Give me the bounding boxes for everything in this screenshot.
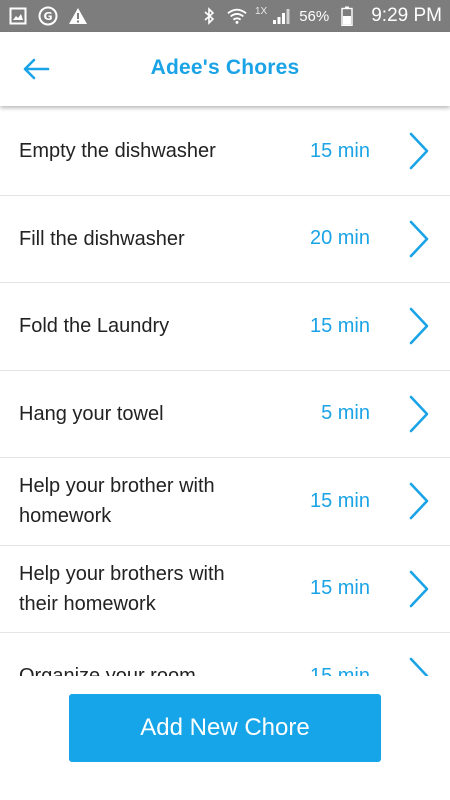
chore-name: Organize your room: [19, 661, 269, 676]
system-icons: 1X 56% 9:29 PM: [199, 5, 442, 27]
chevron-right-icon: [406, 306, 432, 346]
chore-row-help-brothers[interactable]: Help your brothers with their homework 1…: [0, 546, 450, 633]
chevron-right-icon: [406, 131, 432, 171]
chore-time: 15 min: [309, 139, 370, 162]
g-app-icon: G: [38, 6, 58, 26]
chore-time: 20 min: [309, 227, 370, 250]
notification-icons: G: [8, 6, 88, 26]
network-type-label: 1X: [254, 5, 268, 17]
gallery-icon: [8, 6, 28, 26]
chore-row-help-brother[interactable]: Help your brother with homework 15 min: [0, 458, 450, 546]
chore-name: Empty the dishwasher: [19, 140, 216, 163]
chevron-right-icon: [406, 219, 432, 259]
chore-time: 15 min: [309, 314, 370, 337]
signal-icon: [271, 6, 291, 26]
svg-text:G: G: [43, 10, 52, 23]
warning-icon: [68, 6, 88, 26]
battery-icon: [337, 6, 357, 26]
chore-name: Hang your towel: [19, 402, 164, 425]
chore-time: 15 min: [309, 664, 370, 676]
clock: 9:29 PM: [371, 5, 442, 26]
chore-time: 15 min: [309, 577, 370, 600]
chevron-right-icon: [406, 569, 432, 609]
chore-row-fill-dishwasher[interactable]: Fill the dishwasher 20 min: [0, 196, 450, 283]
chore-name: Fill the dishwasher: [19, 227, 185, 250]
chore-name: Fold the Laundry: [19, 315, 170, 338]
wifi-icon: [227, 6, 247, 26]
add-new-chore-button[interactable]: Add New Chore: [69, 694, 381, 762]
chore-row-organize-room[interactable]: Organize your room 15 min: [0, 633, 450, 676]
app-header: Adee's Chores: [0, 32, 450, 106]
battery-percent: 56%: [299, 7, 330, 25]
chore-name: Help your brother with homework: [19, 475, 215, 528]
chore-time: 15 min: [309, 489, 370, 512]
page-title: Adee's Chores: [150, 56, 300, 79]
chevron-right-icon: [406, 394, 432, 434]
chore-list[interactable]: Empty the dishwasher 15 min Fill the dis…: [0, 108, 450, 676]
footer: Add New Chore: [0, 676, 450, 800]
chore-row-empty-dishwasher[interactable]: Empty the dishwasher 15 min: [0, 108, 450, 196]
status-bar: G 1X 56% 9:29 PM: [0, 0, 450, 32]
chore-row-fold-laundry[interactable]: Fold the Laundry 15 min: [0, 283, 450, 371]
chore-row-hang-towel[interactable]: Hang your towel 5 min: [0, 371, 450, 458]
chore-time: 5 min: [321, 402, 370, 425]
bluetooth-icon: [199, 6, 219, 26]
chevron-right-icon: [406, 481, 432, 521]
chore-name: Help your brothers with their homework: [19, 562, 225, 615]
chevron-right-icon: [406, 656, 432, 676]
